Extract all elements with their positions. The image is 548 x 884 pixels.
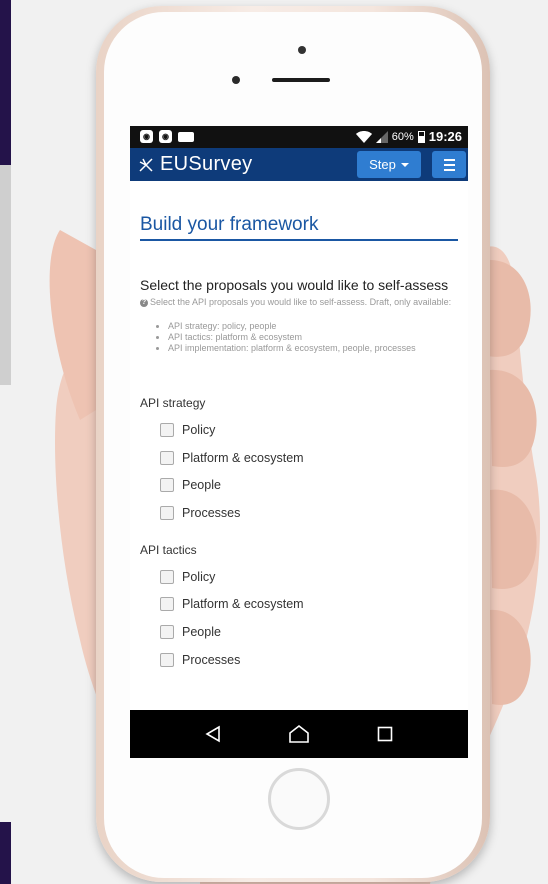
signal-icon: [375, 130, 388, 143]
back-icon: [205, 725, 220, 743]
android-nav-bar: [130, 710, 468, 758]
option-processes[interactable]: Processes: [140, 499, 458, 527]
earpiece-speaker: [272, 78, 330, 82]
help-list-item: API implementation: platform & ecosystem…: [168, 343, 458, 354]
step-dropdown-button[interactable]: Step: [357, 151, 421, 178]
section-label-api-strategy: API strategy: [140, 396, 206, 410]
back-button[interactable]: [200, 721, 226, 747]
battery-icon: [417, 130, 425, 143]
checkbox[interactable]: [160, 422, 174, 437]
hamburger-icon: [443, 158, 455, 161]
option-people[interactable]: People: [140, 471, 458, 499]
checkbox[interactable]: [160, 450, 174, 465]
survey-content: Build your framework Select the proposal…: [130, 181, 468, 674]
recents-button[interactable]: [372, 721, 398, 747]
checkbox[interactable]: [160, 597, 174, 612]
notification-icon: ◉: [159, 130, 172, 143]
option-platform-ecosystem[interactable]: Platform & ecosystem: [140, 444, 458, 472]
notification-icon: ◉: [140, 130, 153, 143]
option-label: Platform & ecosystem: [182, 597, 304, 612]
checkbox[interactable]: [160, 505, 174, 520]
checkbox[interactable]: [160, 569, 174, 584]
help-list: API strategy: policy, people API tactics…: [140, 321, 458, 354]
option-policy[interactable]: Policy: [140, 416, 458, 444]
app-navbar: EUSurvey Step: [130, 148, 468, 181]
option-label: Processes: [182, 652, 241, 667]
menu-button[interactable]: [432, 151, 466, 178]
logo-star-icon: [139, 157, 153, 172]
front-camera: [232, 76, 240, 84]
option-policy[interactable]: Policy: [140, 563, 458, 591]
caret-down-icon: [400, 162, 409, 167]
checkbox[interactable]: [160, 652, 174, 667]
option-label: Policy: [182, 422, 216, 437]
option-platform-ecosystem[interactable]: Platform & ecosystem: [140, 590, 458, 618]
home-icon: [289, 724, 309, 743]
question-title: Select the proposals you would like to s…: [140, 277, 449, 293]
help-icon: ?: [140, 298, 148, 307]
checkbox[interactable]: [160, 478, 174, 493]
options-api-strategy: Policy Platform & ecosystem People Proce…: [140, 416, 458, 527]
help-text: ? Select the API proposals you would like…: [140, 296, 458, 309]
battery-percent: 60%: [391, 130, 414, 143]
option-label: Processes: [182, 505, 241, 520]
phone-home-button[interactable]: [268, 768, 330, 830]
status-bar: ◉ ◉ 60% 19:26: [130, 126, 468, 148]
option-label: Platform & ecosystem: [182, 450, 304, 465]
help-list-item: API tactics: platform & ecosystem: [168, 332, 458, 343]
option-people[interactable]: People: [140, 618, 458, 646]
step-label: Step: [369, 157, 396, 172]
option-label: Policy: [182, 569, 216, 584]
checkbox[interactable]: [160, 624, 174, 639]
logo-text: EUSurvey: [160, 153, 253, 175]
option-processes[interactable]: Processes: [140, 646, 458, 674]
section-label-api-tactics: API tactics: [140, 542, 197, 557]
wifi-icon: [355, 130, 372, 143]
proximity-sensor: [298, 46, 306, 54]
option-label: People: [182, 478, 221, 493]
eusurvey-logo[interactable]: EUSurvey: [136, 153, 252, 176]
phone-screen: ◉ ◉ 60% 19:26 EUSurvey Step Build your f…: [130, 126, 468, 758]
recents-icon: [377, 726, 393, 742]
help-list-item: API strategy: policy, people: [168, 321, 458, 332]
clock: 19:26: [428, 129, 462, 144]
sim-icon: [178, 132, 194, 142]
help-text-content: Select the API proposals you would like …: [150, 297, 452, 307]
home-button[interactable]: [286, 721, 312, 747]
option-label: People: [182, 624, 221, 639]
options-api-tactics: Policy Platform & ecosystem People Proce…: [140, 563, 458, 674]
page-title: Build your framework: [140, 214, 458, 241]
